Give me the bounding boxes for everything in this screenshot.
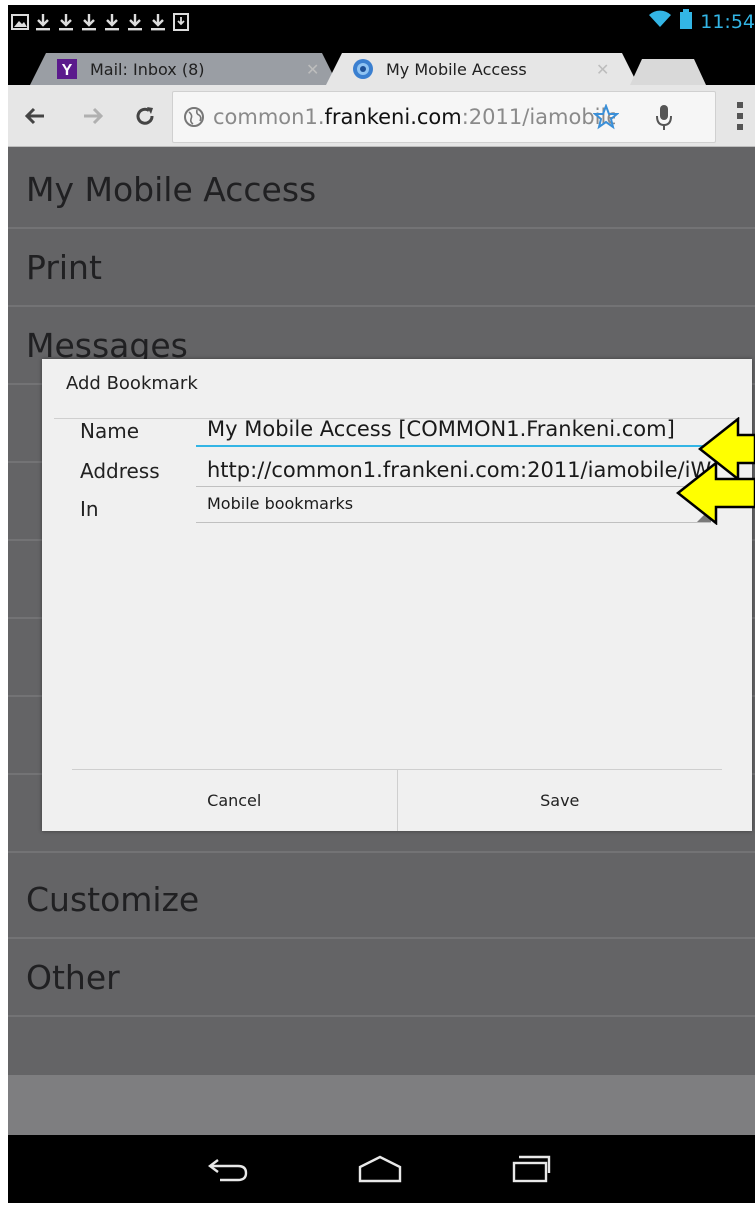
url-prefix: common1.: [213, 105, 325, 129]
tab-my-mobile-access[interactable]: My Mobile Access ✕: [326, 53, 638, 85]
url-text: common1.frankeni.com:2011/iamobile: [213, 105, 615, 129]
cancel-button[interactable]: Cancel: [72, 770, 397, 831]
forward-arrow-icon: [84, 107, 104, 125]
yahoo-icon: Y: [56, 58, 78, 80]
browser-toolbar: common1.frankeni.com:2011/iamobile: [8, 85, 755, 147]
menu-item-other[interactable]: Other: [8, 939, 755, 1017]
overflow-menu-button[interactable]: [730, 99, 750, 133]
forward-button[interactable]: [78, 99, 108, 133]
add-bookmark-dialog: Add Bookmark Name My Mobile Access [COMM…: [42, 359, 752, 831]
download-icon: [102, 11, 122, 33]
bookmark-star-icon[interactable]: [592, 103, 620, 134]
device-screen: 11:54 Y Mail: Inbox (8) ✕ My Mobile Acce…: [8, 5, 755, 1203]
microphone-icon[interactable]: [655, 104, 673, 136]
tab-title: Mail: Inbox (8): [90, 59, 205, 79]
tab-strip: Y Mail: Inbox (8) ✕ My Mobile Access ✕: [8, 39, 755, 85]
tab-title: My Mobile Access: [386, 59, 527, 79]
menu-item-print[interactable]: Print: [8, 229, 755, 307]
menu-item-my-mobile-access[interactable]: My Mobile Access: [8, 151, 755, 229]
back-button[interactable]: [20, 99, 50, 133]
status-right: 11:54: [648, 9, 755, 34]
close-icon[interactable]: ✕: [306, 60, 319, 79]
download-icon: [148, 11, 168, 33]
name-label: Name: [80, 419, 140, 443]
download-icon: [56, 11, 76, 33]
recent-apps-button[interactable]: [502, 1149, 562, 1189]
download-icon: [125, 11, 145, 33]
download-icon: [79, 11, 99, 33]
url-host: frankeni.com: [324, 105, 462, 129]
reload-button[interactable]: [130, 99, 160, 133]
gallery-icon: [10, 11, 30, 33]
save-button[interactable]: Save: [396, 770, 723, 831]
address-bar[interactable]: common1.frankeni.com:2011/iamobile: [172, 91, 716, 143]
back-arrow-icon: [24, 107, 44, 125]
globe-icon: [183, 106, 205, 128]
clock: 11:54: [700, 10, 755, 33]
back-button[interactable]: [198, 1149, 258, 1189]
wifi-icon: [648, 10, 672, 33]
menu-item-customize[interactable]: Customize: [8, 861, 755, 939]
reload-icon: [136, 107, 154, 125]
name-field[interactable]: My Mobile Access [COMMON1.Frankeni.com]: [196, 413, 711, 447]
annotation-arrow-icon: [676, 461, 755, 525]
new-tab-button[interactable]: [630, 59, 706, 85]
dialog-title: Add Bookmark: [66, 373, 198, 394]
overflow-menu-icon: [737, 102, 743, 130]
page-footer-area: [8, 1075, 755, 1135]
dialog-button-row: Cancel Save: [72, 769, 722, 831]
battery-icon: [680, 9, 693, 34]
notification-icons: [10, 11, 191, 33]
folder-dropdown-value: Mobile bookmarks: [207, 494, 354, 513]
download-box-icon: [171, 11, 191, 33]
svg-text:Y: Y: [62, 62, 73, 79]
recent-apps-icon: [512, 1155, 551, 1183]
folder-dropdown[interactable]: Mobile bookmarks: [196, 477, 711, 523]
home-button[interactable]: [350, 1149, 410, 1189]
in-label: In: [80, 497, 99, 521]
download-icon: [33, 11, 53, 33]
home-icon: [358, 1155, 402, 1183]
globe-icon: [352, 58, 374, 80]
back-icon: [208, 1159, 248, 1182]
name-field-value: My Mobile Access [COMMON1.Frankeni.com]: [207, 417, 675, 441]
url-suffix: :2011/iamobile: [461, 105, 615, 129]
close-icon[interactable]: ✕: [596, 60, 609, 79]
status-bar: 11:54: [8, 5, 755, 39]
navigation-bar: [8, 1135, 755, 1203]
address-label: Address: [80, 459, 160, 483]
tab-mail-inbox[interactable]: Y Mail: Inbox (8) ✕: [30, 53, 338, 85]
